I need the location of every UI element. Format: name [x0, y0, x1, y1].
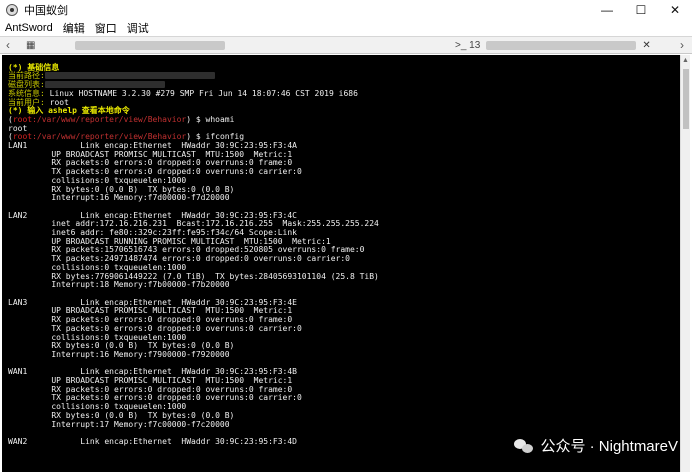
redacted-disks	[44, 81, 165, 89]
maximize-button[interactable]: ☐	[624, 0, 658, 20]
tab-bar: ‹ ▦ >_ 13 ✕ ›	[0, 36, 692, 54]
prompt-path: :/var/www/reporter/view/Behavior	[32, 132, 187, 142]
menu-bar: AntSword 编辑 窗口 调试	[0, 20, 692, 36]
menu-antsword[interactable]: AntSword	[0, 22, 58, 34]
terminal-header: (*) 基础信息 当前路径: 磁盘列表: 系统信息: Linux HOSTNAM…	[8, 63, 680, 116]
terminal-scrollbar[interactable]: ▲	[680, 55, 690, 472]
tab-terminal-label: >_ 13	[455, 40, 481, 51]
sys-value: Linux HOSTNAME 3.2.30 #279 SMP Fri Jun 1…	[44, 88, 358, 98]
watermark-text: 公众号 · NightmareV	[540, 438, 678, 455]
window-title: 中国蚁剑	[24, 5, 68, 17]
title-bar: 中国蚁剑 — ☐ ✕	[0, 0, 692, 20]
window-controls: — ☐ ✕	[590, 0, 692, 20]
redacted-tab-title	[486, 41, 637, 50]
antsword-logo-icon	[6, 4, 18, 16]
ifconfig-output: LAN1 Link encap:Ethernet HWaddr 30:9C:23…	[8, 141, 680, 447]
tab-scroll-right-icon[interactable]: ›	[680, 38, 684, 52]
terminal-line: Interrupt:16 Memory:f7d00000-f7d20000	[8, 193, 230, 203]
redacted-tab-title	[75, 41, 226, 50]
prompt-user: root	[12, 132, 33, 142]
minimize-button[interactable]: —	[590, 0, 624, 20]
tab-terminal[interactable]: >_ 13 ✕	[455, 38, 651, 53]
prompt-command: $ whoami	[191, 114, 235, 124]
terminal-line: Interrupt:16 Memory:f7900000-f7920000	[8, 349, 230, 359]
redacted-path	[44, 72, 215, 80]
disk-label: 磁盘列表:	[8, 80, 45, 90]
sys-label: 系统信息:	[8, 88, 45, 98]
menu-debug[interactable]: 调试	[122, 20, 154, 36]
watermark: 公众号 · NightmareV	[514, 435, 678, 456]
wechat-icon	[514, 438, 534, 454]
prompt-user: root	[12, 114, 33, 124]
menu-window[interactable]: 窗口	[90, 20, 122, 36]
grid-icon: ▦	[26, 40, 36, 51]
prompt-line-1: (root:/var/www/reporter/view/Behavior) $…	[8, 114, 235, 124]
help-hint: (*) 输入 ashelp 查看本地命令	[8, 106, 130, 116]
prompt-path: :/var/www/reporter/view/Behavior	[32, 114, 187, 124]
terminal-line: Interrupt:18 Memory:f7b00000-f7b20000	[8, 280, 230, 290]
menu-edit[interactable]: 编辑	[58, 20, 90, 36]
prompt-command: $ ifconfig	[191, 132, 245, 142]
terminal-line: Interrupt:17 Memory:f7c00000-f7c20000	[8, 419, 230, 429]
close-button[interactable]: ✕	[658, 0, 692, 20]
scroll-thumb[interactable]	[683, 69, 689, 129]
tab-home[interactable]: ▦	[26, 38, 226, 53]
terminal-output[interactable]: (*) 基础信息 当前路径: 磁盘列表: 系统信息: Linux HOSTNAM…	[2, 55, 680, 472]
tab-close-icon[interactable]: ✕	[642, 40, 650, 51]
tab-scroll-left-icon[interactable]: ‹	[6, 38, 10, 52]
scroll-up-icon[interactable]: ▲	[682, 57, 689, 64]
